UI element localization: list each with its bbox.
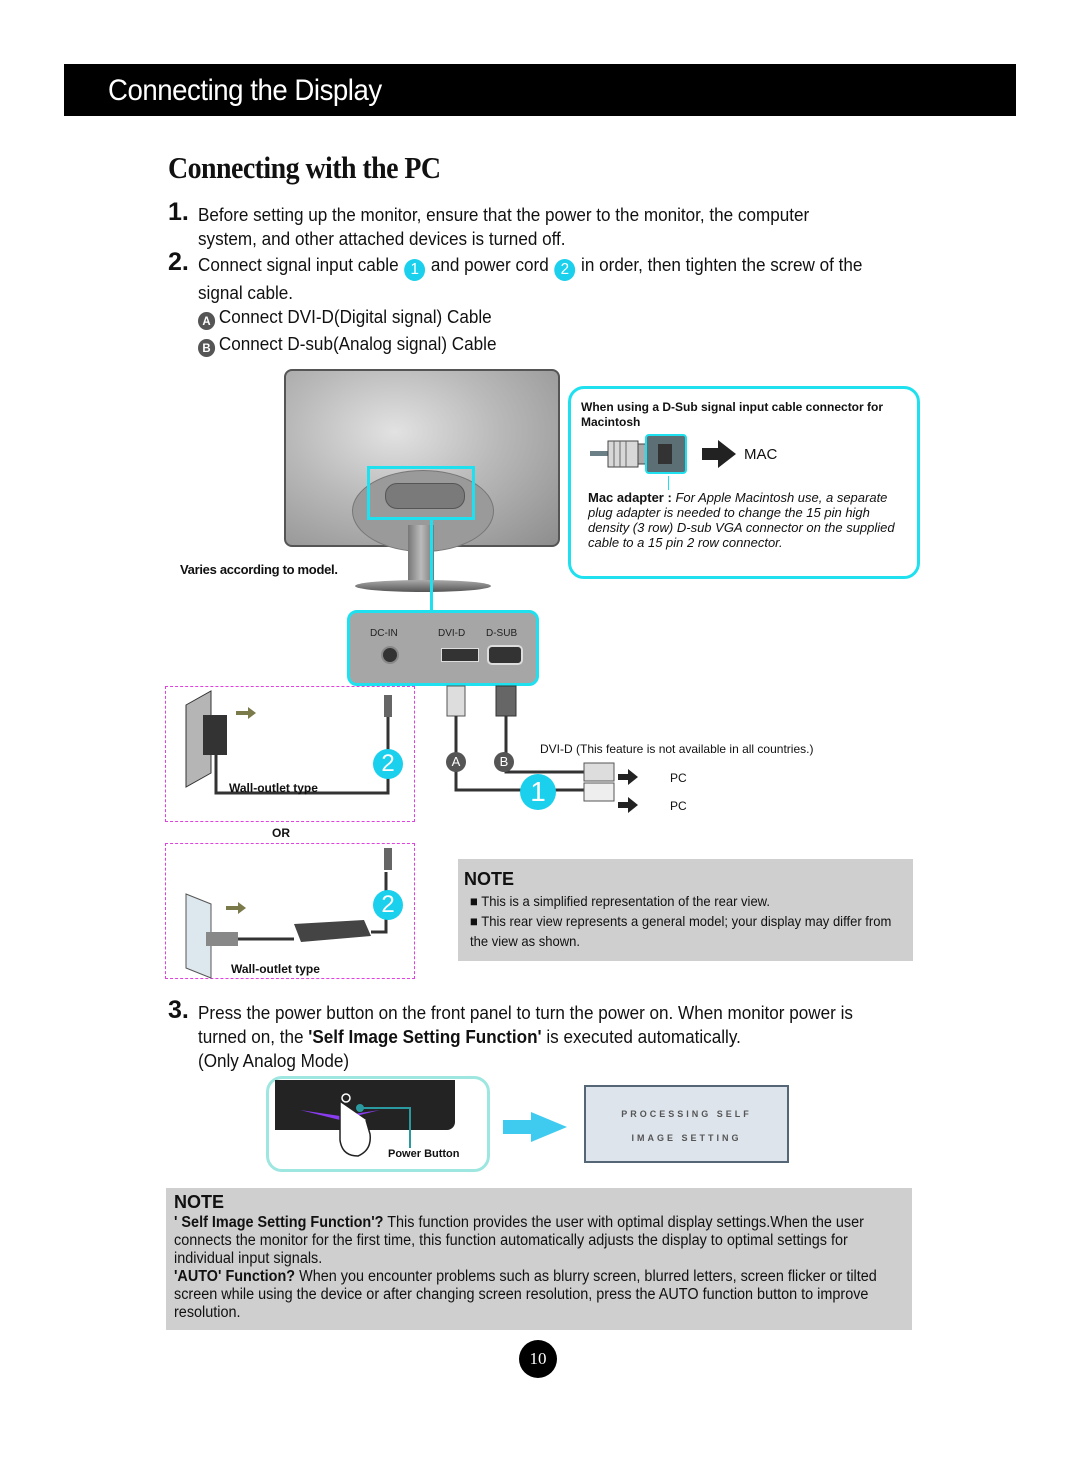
mac-adapter-label: Mac adapter : bbox=[588, 490, 672, 505]
badge-b: B bbox=[198, 339, 216, 357]
power-cord-badge-2: 2 bbox=[373, 749, 403, 779]
note-title: NOTE bbox=[174, 1192, 225, 1212]
port-label-dvi-d: DVI-D bbox=[438, 628, 466, 639]
mac-target-label: MAC bbox=[744, 446, 778, 463]
step-3: 3. Press the power button on the front p… bbox=[168, 996, 908, 1073]
step-number: 1. bbox=[168, 198, 189, 226]
step-2: 2. Connect signal input cable 1 and power … bbox=[168, 248, 908, 304]
note-title: NOTE bbox=[464, 869, 515, 889]
section-title: Connecting the Display bbox=[108, 74, 382, 107]
step-text-part: is executed automatically. bbox=[541, 1027, 741, 1047]
mac-heading: When using a D-Sub signal input cable co… bbox=[581, 400, 884, 429]
note-item: ■ This is a simplified representation of… bbox=[470, 893, 770, 909]
port-highlight-box bbox=[367, 466, 475, 520]
note-item: ■ This rear view represents a general mo… bbox=[470, 913, 892, 949]
mac-description: Mac adapter : For Apple Macintosh use, a… bbox=[588, 490, 908, 550]
mac-callout-line bbox=[668, 476, 669, 490]
dvi-d-port bbox=[441, 648, 479, 662]
dvi-d-note: DVI-D (This feature is not available in … bbox=[540, 742, 814, 756]
self-image-setting-term: 'Self Image Setting Function' bbox=[308, 1027, 542, 1047]
section-header-bar: Connecting the Display bbox=[64, 64, 1016, 116]
step-1: 1. Before setting up the monitor, ensure… bbox=[168, 198, 908, 253]
sub-step-text: Connect DVI-D(Digital signal) Cable bbox=[218, 307, 492, 327]
sub-step-text: Connect D-sub(Analog signal) Cable bbox=[218, 334, 497, 354]
osd-line-1: PROCESSING SELF bbox=[621, 1109, 752, 1119]
power-cord-badge: 2 bbox=[554, 259, 576, 281]
step-number: 3. bbox=[168, 996, 189, 1024]
osd-message-box: PROCESSING SELF IMAGE SETTING bbox=[584, 1085, 789, 1163]
page-number: 10 bbox=[519, 1340, 557, 1378]
varies-label: Varies according to model. bbox=[180, 562, 338, 577]
analog-mode-note: (Only Analog Mode) bbox=[198, 1051, 350, 1071]
signal-cable-badge-1: 1 bbox=[520, 774, 556, 810]
self-image-question: ' Self Image Setting Function'? bbox=[174, 1214, 384, 1231]
or-label: OR bbox=[272, 826, 290, 840]
badge-a: A bbox=[198, 312, 216, 330]
callout-line bbox=[430, 520, 433, 610]
pc-label: PC bbox=[670, 771, 687, 785]
arrow-icon bbox=[503, 1120, 533, 1134]
wall-outlet-label: Wall-outlet type bbox=[231, 962, 320, 976]
note-box-rear-view: NOTE ■ This is a simplified representati… bbox=[458, 859, 913, 961]
cable-badge-b: B bbox=[494, 752, 514, 772]
step-text-part: and power cord bbox=[430, 255, 549, 275]
port-label-dc-in: DC-IN bbox=[370, 628, 398, 639]
dc-in-port bbox=[381, 646, 399, 664]
note-box-self-image: NOTE ' Self Image Setting Function'? Thi… bbox=[166, 1188, 912, 1330]
mac-adapter-icon bbox=[590, 434, 736, 474]
sub-step-a: A Connect DVI-D(Digital signal) Cable bbox=[198, 307, 492, 330]
pc-label: PC bbox=[670, 799, 687, 813]
cable-badge-a: A bbox=[446, 752, 466, 772]
power-cord-badge-2: 2 bbox=[373, 890, 403, 920]
step-number: 2. bbox=[168, 248, 189, 276]
power-option-brick: 2 Wall-outlet type bbox=[165, 843, 415, 979]
power-button-label: Power Button bbox=[388, 1148, 460, 1160]
note-body: ' Self Image Setting Function'? This fun… bbox=[174, 1214, 881, 1322]
power-option-adapter: 2 Wall-outlet type bbox=[165, 686, 415, 822]
arrow-head-icon bbox=[531, 1112, 567, 1142]
step-text: Before setting up the monitor, ensure th… bbox=[198, 205, 810, 249]
signal-cable-badge: 1 bbox=[404, 259, 426, 281]
step-text-part: Connect signal input cable bbox=[198, 255, 399, 275]
d-sub-port bbox=[487, 645, 523, 665]
port-label-d-sub: D-SUB bbox=[486, 628, 518, 639]
osd-line-2: IMAGE SETTING bbox=[631, 1133, 742, 1143]
page-title: Connecting with the PC bbox=[168, 150, 441, 185]
monitor-stand-base bbox=[355, 580, 491, 592]
auto-function-question: 'AUTO' Function? bbox=[174, 1268, 296, 1285]
wall-outlet-label: Wall-outlet type bbox=[229, 781, 318, 795]
sub-step-b: B Connect D-sub(Analog signal) Cable bbox=[198, 334, 496, 357]
